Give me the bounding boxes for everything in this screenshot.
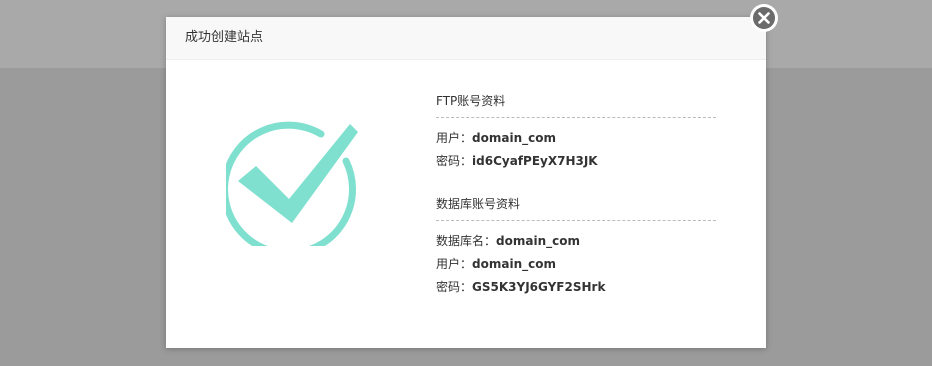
dialog-header: 成功创建站点 (166, 17, 766, 60)
database-password-row: 密码：GS5K3YJ6GYF2SHrk (436, 279, 605, 295)
database-name-separator: ： (484, 234, 497, 248)
success-dialog: 成功创建站点 FTP账号资料 用户：domain_com 密码：id6CyafP… (166, 17, 766, 348)
ftp-password-separator: ： (460, 154, 473, 168)
ftp-user-value: domain_com (472, 131, 556, 145)
database-name-value: domain_com (496, 234, 580, 248)
database-password-value: GS5K3YJ6GYF2SHrk (472, 280, 606, 294)
database-user-row: 用户：domain_com (436, 256, 556, 272)
success-check-icon (221, 101, 366, 257)
database-password-label: 密码 (436, 280, 461, 294)
dialog-title: 成功创建站点 (185, 30, 264, 45)
ftp-password-row: 密码：id6CyafPEyX7H3JK (436, 153, 598, 169)
ftp-divider (436, 117, 716, 118)
database-user-label: 用户 (436, 257, 461, 271)
database-name-label: 数据库名 (436, 234, 485, 248)
ftp-password-value: id6CyafPEyX7H3JK (472, 154, 598, 168)
database-user-separator: ： (460, 257, 473, 271)
ftp-user-separator: ： (460, 131, 473, 145)
database-password-separator: ： (460, 280, 473, 294)
ftp-user-row: 用户：domain_com (436, 130, 556, 146)
ftp-password-label: 密码 (436, 154, 461, 168)
database-name-row: 数据库名：domain_com (436, 233, 580, 249)
database-section-heading: 数据库账号资料 (436, 197, 521, 211)
database-user-value: domain_com (472, 257, 556, 271)
ftp-section-heading: FTP账号资料 (436, 94, 506, 108)
ftp-user-label: 用户 (436, 131, 461, 145)
close-button[interactable] (750, 4, 778, 32)
close-icon[interactable] (750, 4, 778, 32)
database-divider (436, 220, 716, 221)
